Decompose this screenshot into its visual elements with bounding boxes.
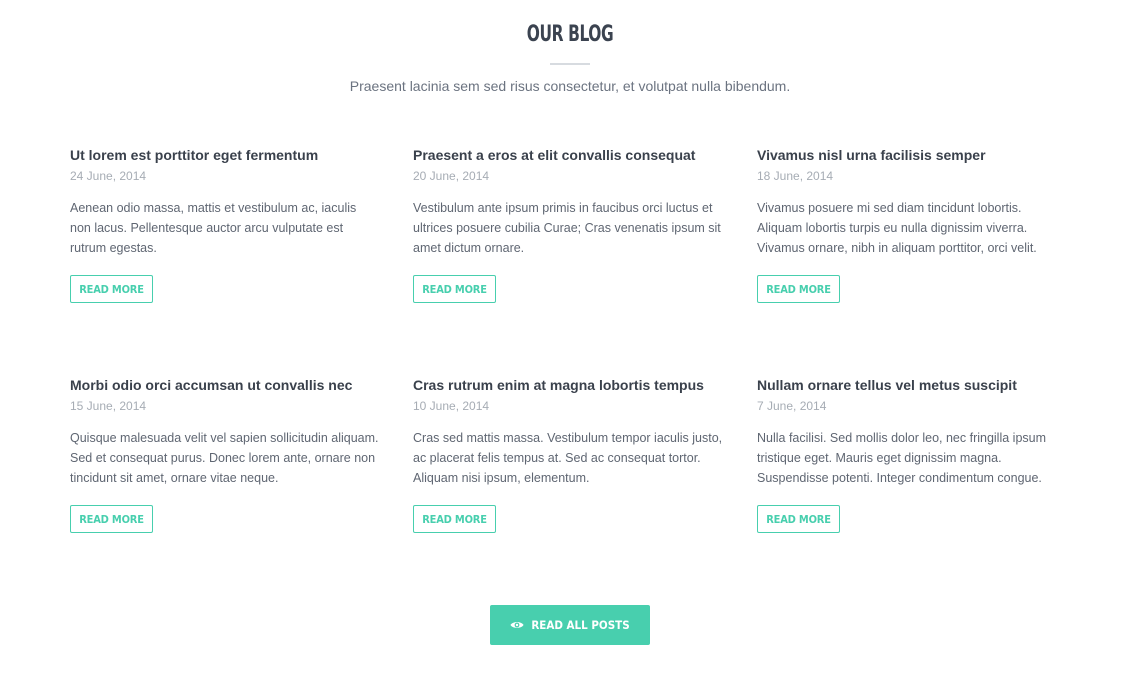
- read-more-button[interactable]: READ MORE: [70, 275, 153, 303]
- post-excerpt: Vestibulum ante ipsum primis in faucibus…: [413, 201, 721, 255]
- post-excerpt: Cras sed mattis massa. Vestibulum tempor…: [413, 431, 723, 485]
- blog-post-card: Nullam ornare tellus vel metus suscipit …: [757, 376, 1067, 536]
- post-date: 20 June, 2014: [413, 169, 490, 183]
- blog-post-card: Morbi odio orci accumsan ut convallis ne…: [70, 376, 380, 536]
- blog-post-card: Ut lorem est porttitor eget fermentum 24…: [70, 146, 380, 306]
- read-all-posts-button[interactable]: READ ALL POSTS: [490, 605, 650, 645]
- read-more-button[interactable]: READ MORE: [413, 505, 496, 533]
- read-all-posts-label: READ ALL POSTS: [531, 618, 630, 632]
- post-excerpt: Aenean odio massa, mattis et vestibulum …: [70, 201, 357, 255]
- post-excerpt: Vivamus posuere mi sed diam tincidunt lo…: [757, 201, 1037, 255]
- post-title[interactable]: Vivamus nisl urna facilisis semper: [757, 146, 1067, 164]
- blog-post-card: Praesent a eros at elit convallis conseq…: [413, 146, 723, 306]
- blog-post-card: Cras rutrum enim at magna lobortis tempu…: [413, 376, 723, 536]
- post-title[interactable]: Morbi odio orci accumsan ut convallis ne…: [70, 376, 380, 394]
- title-divider: [550, 63, 590, 65]
- eye-icon: [510, 622, 524, 628]
- post-date: 24 June, 2014: [70, 169, 147, 183]
- post-title[interactable]: Praesent a eros at elit convallis conseq…: [413, 146, 723, 164]
- post-title[interactable]: Cras rutrum enim at magna lobortis tempu…: [413, 376, 723, 394]
- post-title[interactable]: Ut lorem est porttitor eget fermentum: [70, 146, 380, 164]
- read-more-button[interactable]: READ MORE: [757, 505, 840, 533]
- section-subtitle: Praesent lacinia sem sed risus consectet…: [349, 78, 791, 94]
- read-more-button[interactable]: READ MORE: [70, 505, 153, 533]
- read-more-button[interactable]: READ MORE: [757, 275, 840, 303]
- post-excerpt: Nulla facilisi. Sed mollis dolor leo, ne…: [757, 431, 1047, 485]
- post-title[interactable]: Nullam ornare tellus vel metus suscipit: [757, 376, 1067, 394]
- post-date: 10 June, 2014: [413, 399, 490, 413]
- post-date: 18 June, 2014: [757, 169, 834, 183]
- post-excerpt: Quisque malesuada velit vel sapien solli…: [70, 431, 379, 485]
- blog-post-card: Vivamus nisl urna facilisis semper 18 Ju…: [757, 146, 1067, 306]
- post-date: 15 June, 2014: [70, 399, 147, 413]
- section-title: OUR BLOG: [526, 22, 614, 47]
- read-more-button[interactable]: READ MORE: [413, 275, 496, 303]
- post-date: 7 June, 2014: [757, 399, 827, 413]
